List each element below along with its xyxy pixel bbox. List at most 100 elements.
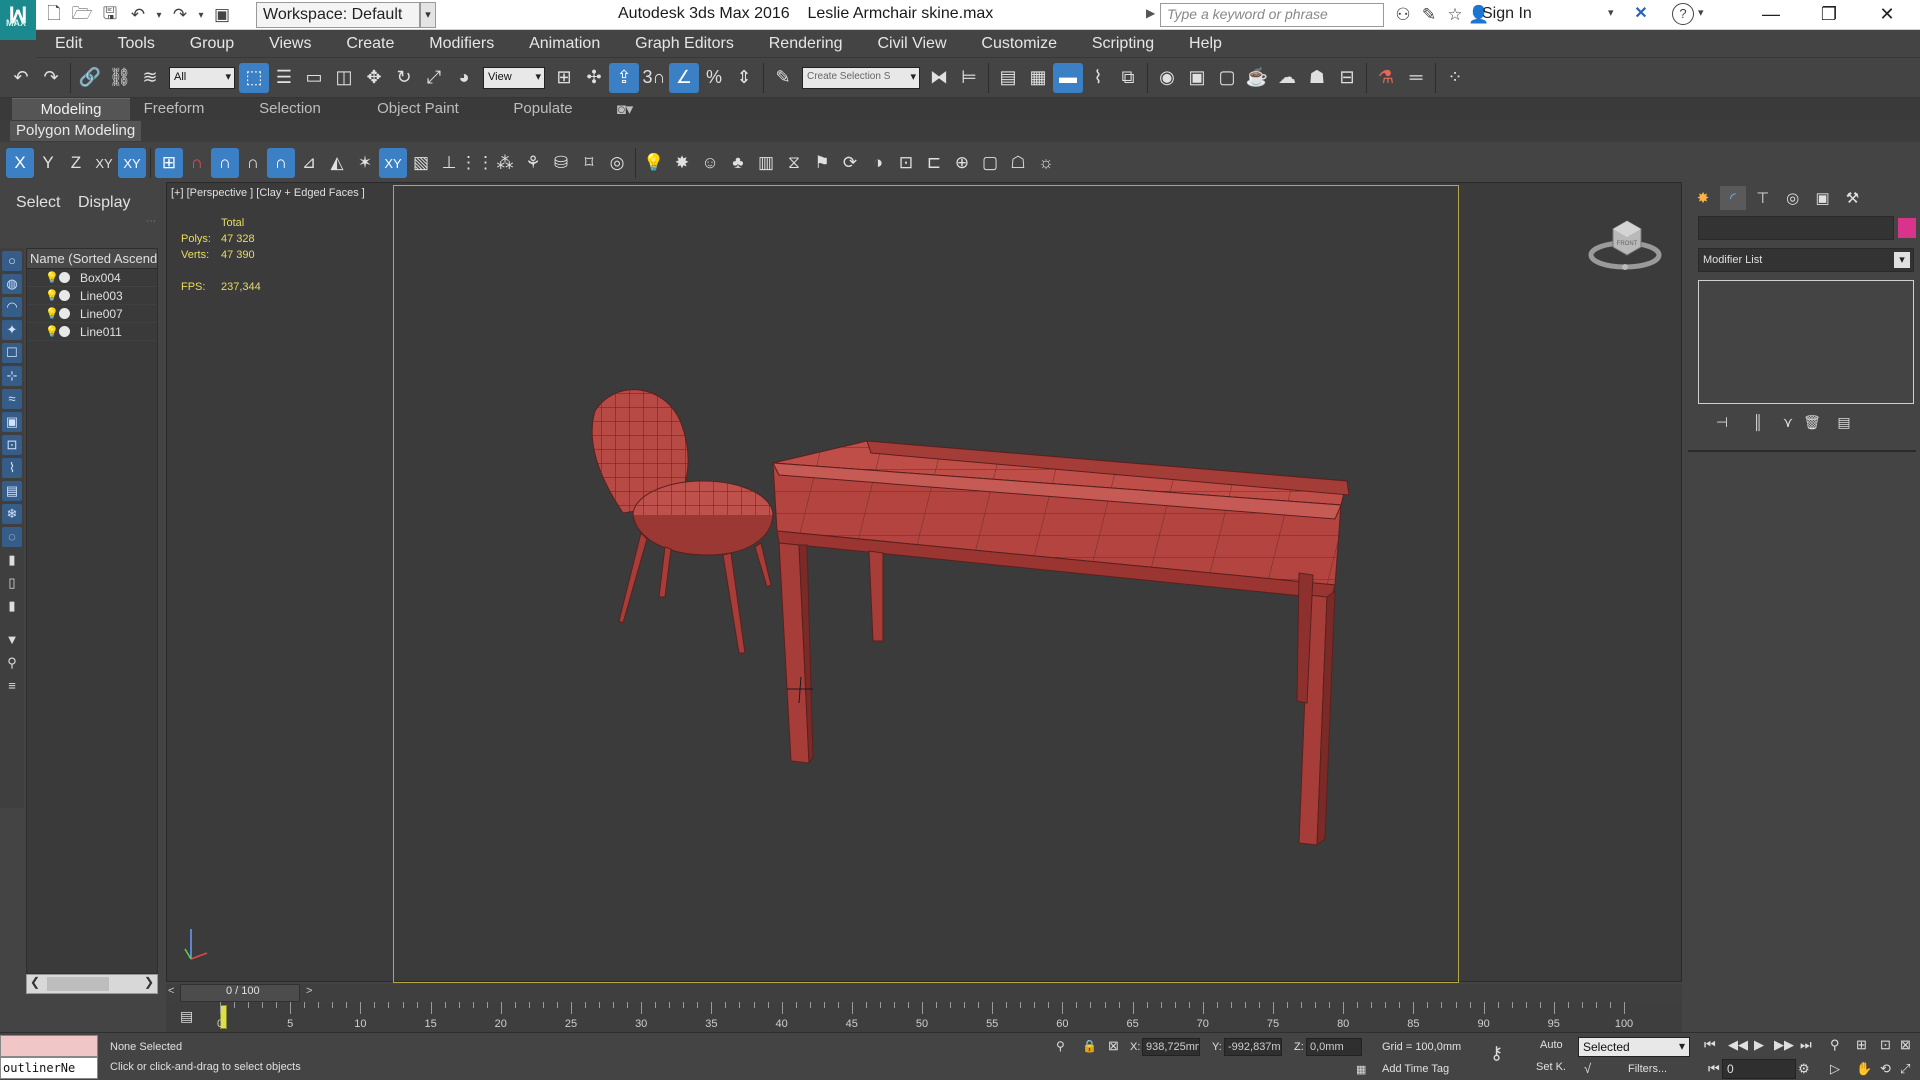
project-folder-icon[interactable]: ▣ (208, 5, 236, 25)
sign-in-button[interactable]: Sign In (1482, 5, 1532, 23)
menu-scripting[interactable]: Scripting (1073, 30, 1166, 53)
modify-tab-icon[interactable]: ◜ (1719, 186, 1746, 210)
panel-pin-icon[interactable]: ⋯ (146, 216, 156, 227)
reference-coordinate-dropdown[interactable]: View (483, 66, 545, 89)
material-editor-icon[interactable]: ◉ (1152, 63, 1182, 93)
key-mode-dropdown[interactable]: Selected (1578, 1037, 1690, 1057)
new-file-icon[interactable]: 🗋 (40, 1, 68, 30)
snap-endpoint-icon[interactable]: ∩ (239, 148, 267, 178)
selection-filter-dropdown[interactable]: All (169, 66, 235, 89)
menu-animation[interactable]: Animation (510, 30, 612, 53)
isolate-selection-icon[interactable]: ⚲ (1056, 1039, 1065, 1053)
close-icon[interactable]: ✕ (1858, 0, 1916, 30)
time-configuration-icon[interactable]: ⚙ (1798, 1061, 1810, 1077)
workspace-arrow-icon[interactable]: ▾ (420, 2, 436, 28)
display-bones-icon[interactable]: ⌇ (2, 458, 22, 478)
field-of-view-icon[interactable]: ▷ (1830, 1061, 1840, 1077)
help-icon[interactable]: ? (1672, 3, 1694, 25)
communication-center-icon[interactable]: ✎ (1416, 5, 1442, 25)
selection-lock-icon[interactable]: 🔒 (1082, 1039, 1097, 1053)
scatter-icon[interactable]: ⛁ (547, 148, 575, 178)
menu-views[interactable]: Views (250, 30, 323, 53)
rectangular-selection-icon[interactable]: ▭ (299, 63, 329, 93)
previous-key-icon[interactable]: ◀◀ (1728, 1037, 1748, 1053)
axis-y-button[interactable]: Y (34, 148, 62, 178)
camera-icon[interactable]: ☖ (1004, 148, 1032, 178)
display-invert-icon[interactable]: ▮ (2, 596, 22, 616)
tab-populate[interactable]: Populate (500, 98, 586, 120)
light-bulb-icon[interactable]: 💡 (45, 307, 59, 320)
spacing-tool-icon[interactable]: ⁂ (491, 148, 519, 178)
minimize-icon[interactable]: — (1742, 0, 1800, 30)
scene-explorer-display-menu[interactable]: Display (78, 194, 130, 212)
snap-pivot-icon[interactable]: ∩ (183, 148, 211, 178)
light-bulb-icon[interactable]: 💡 (45, 325, 59, 338)
snap-xy-icon[interactable]: XY (379, 148, 407, 178)
hierarchy-tab-icon[interactable]: ⊤ (1750, 186, 1776, 210)
go-to-start-icon[interactable]: ⏮ (1704, 1037, 1716, 1053)
key-filters-icon[interactable]: √ (1584, 1061, 1591, 1076)
polygon-modeling-panel[interactable]: Polygon Modeling (10, 121, 142, 141)
menu-edit[interactable]: Edit (36, 30, 95, 53)
render-production-icon[interactable]: ☕ (1242, 63, 1272, 93)
key-mode-toggle-icon[interactable]: ⏮ (1708, 1061, 1720, 1077)
array-icon[interactable]: ⋮⋮ (460, 148, 494, 178)
snap-center-icon[interactable]: ✶ (351, 148, 379, 178)
redo-icon[interactable]: ↷ (166, 5, 194, 25)
percent-snap-icon[interactable]: % (699, 63, 729, 93)
window-crossing-icon[interactable]: ◫ (329, 63, 359, 93)
snap-midpoint-icon[interactable]: ∩ (267, 148, 295, 178)
scroll-right-icon[interactable]: ❯ (144, 975, 154, 989)
toggle-layer-explorer-icon[interactable]: ▦ (1023, 63, 1053, 93)
x-coordinate-field[interactable]: 938,725mm (1142, 1038, 1200, 1056)
bind-to-space-warp-icon[interactable]: ≋ (135, 63, 165, 93)
display-none-icon[interactable]: ○ (2, 251, 22, 271)
select-object-icon[interactable]: ⬚ (239, 62, 269, 93)
exchange-apps-icon[interactable]: ✕ (1630, 3, 1652, 25)
toggle-scene-explorer-icon[interactable]: ▤ (993, 63, 1023, 93)
place-icon[interactable]: ⊡ (892, 148, 920, 178)
keyword-search-input[interactable]: Type a keyword or phrase (1160, 3, 1384, 27)
display-shapes-icon[interactable]: ◠ (2, 297, 22, 317)
renderable-dot-icon[interactable] (59, 308, 70, 319)
horizontal-scrollbar[interactable]: ❮ ❯ (26, 974, 158, 994)
snap-vertex-icon[interactable]: ∩ (211, 148, 239, 178)
next-key-icon[interactable]: ▶▶ (1774, 1037, 1794, 1053)
create-tab-icon[interactable]: ✸ (1690, 186, 1716, 210)
trees-icon[interactable]: ♣ (724, 148, 752, 178)
display-groups-icon[interactable]: ▣ (2, 412, 22, 432)
menu-customize[interactable]: Customize (962, 30, 1069, 53)
time-tag-icon[interactable]: ▦ (1356, 1063, 1366, 1076)
clone-align-icon[interactable]: ⚘ (519, 148, 547, 178)
mirror-geometry-icon[interactable]: ⧖ (780, 148, 808, 178)
object-color-swatch[interactable] (1898, 218, 1916, 238)
help-dropdown-icon[interactable]: ▾ (1698, 6, 1704, 19)
set-key-icon[interactable]: ⚷ (1490, 1043, 1503, 1064)
particle-icon[interactable]: ⁘ (1440, 63, 1470, 93)
select-manipulate-icon[interactable]: ✣ (579, 63, 609, 93)
shade-icon[interactable]: ◑ (864, 148, 892, 178)
light-bulb-icon[interactable]: 💡 (45, 289, 59, 302)
filter-icon[interactable]: ▼ (2, 630, 22, 650)
axis-z-button[interactable]: Z (62, 148, 90, 178)
undo-icon[interactable]: ↶ (6, 63, 36, 93)
tab-modeling[interactable]: Modeling (12, 98, 130, 120)
axis-x-button[interactable]: X (6, 148, 34, 178)
use-pivot-center-icon[interactable]: ⊞ (549, 63, 579, 93)
maximize-viewport-icon[interactable]: ⤢ (1900, 1061, 1910, 1077)
pan-view-icon[interactable]: ✋ (1856, 1061, 1872, 1077)
sun-icon[interactable]: ✸ (668, 148, 696, 178)
list-item[interactable]: 💡 Line011 (27, 323, 157, 341)
display-frozen-icon[interactable]: ❄ (2, 504, 22, 524)
tab-object-paint[interactable]: Object Paint (370, 98, 466, 120)
pin-stack-icon[interactable]: ⊣ (1704, 414, 1740, 431)
menu-rendering[interactable]: Rendering (750, 30, 855, 53)
infocenter-expand-icon[interactable]: ▶ (1146, 6, 1155, 20)
menu-civil-view[interactable]: Civil View (858, 30, 958, 53)
scene-explorer-select-menu[interactable]: Select (16, 194, 60, 212)
light-bulb-icon[interactable]: 💡 (45, 271, 59, 284)
sign-in-dropdown-icon[interactable]: ▾ (1608, 6, 1614, 19)
edit-named-selection-icon[interactable]: ✎ (768, 63, 798, 93)
schematic-view-icon[interactable]: ⧉ (1113, 63, 1143, 93)
previous-frame-icon[interactable]: < (168, 985, 174, 997)
